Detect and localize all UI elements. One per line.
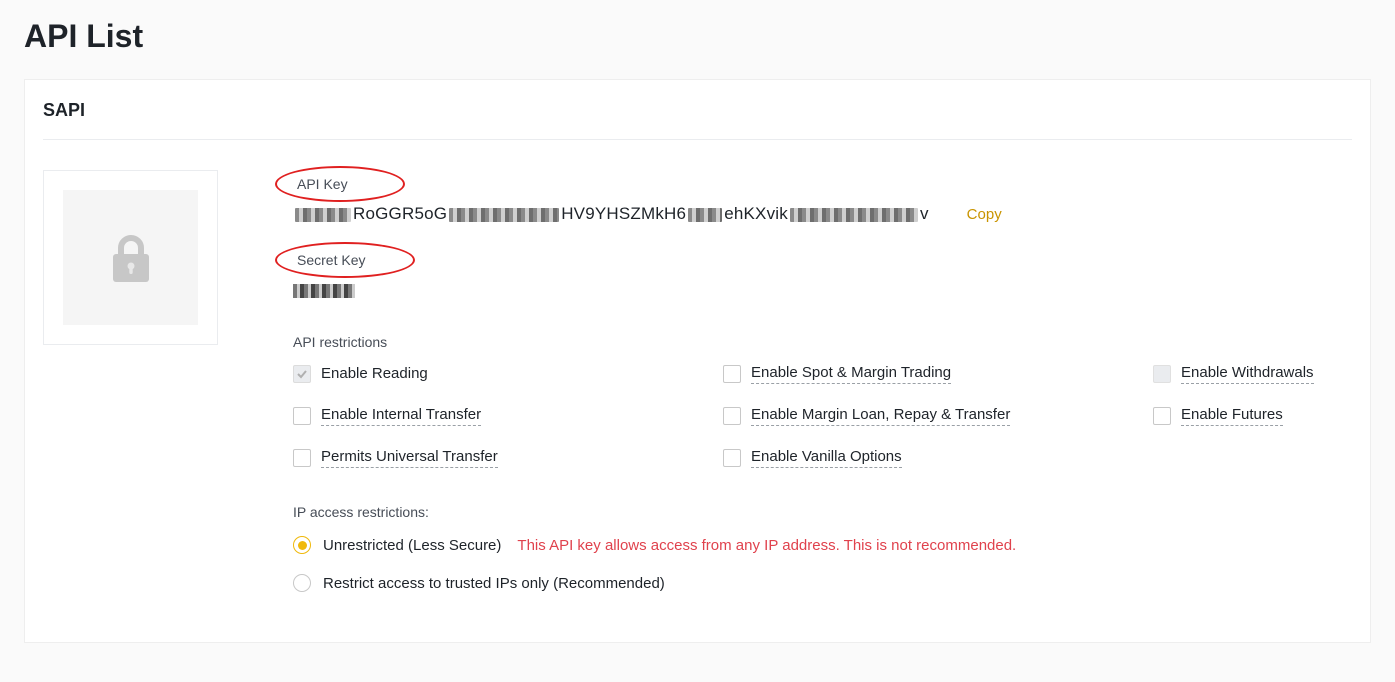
checkbox-icon[interactable] (293, 407, 311, 425)
restriction-enable-vanilla-options[interactable]: Enable Vanilla Options (723, 448, 1153, 468)
blurred-segment (293, 284, 355, 298)
secret-key-value (293, 282, 1352, 300)
restriction-label: Permits Universal Transfer (321, 448, 498, 468)
restriction-label: Enable Vanilla Options (751, 448, 902, 468)
api-restrictions-title: API restrictions (293, 334, 1352, 350)
restriction-label: Enable Futures (1181, 406, 1283, 426)
radio-icon[interactable] (293, 574, 311, 592)
api-key-label: API Key (293, 176, 352, 192)
restriction-label: Enable Internal Transfer (321, 406, 481, 426)
lock-icon (63, 190, 198, 325)
checkbox-icon[interactable] (293, 449, 311, 467)
checkbox-icon (1153, 365, 1171, 383)
restriction-label: Enable Margin Loan, Repay & Transfer (751, 406, 1010, 426)
checkbox-icon (293, 365, 311, 383)
ip-restrictions-title: IP access restrictions: (293, 504, 1352, 520)
radio-icon[interactable] (293, 536, 311, 554)
page-title: API List (0, 0, 1395, 79)
restriction-enable-margin-loan[interactable]: Enable Margin Loan, Repay & Transfer (723, 406, 1153, 426)
api-key-value: RoGGR5oGHV9YHSZMkH6ehKXvikv (293, 204, 929, 224)
api-card-name: SAPI (43, 100, 1352, 140)
api-key-row: RoGGR5oGHV9YHSZMkH6ehKXvikv Copy (293, 204, 1352, 224)
radio-label: Unrestricted (Less Secure) (323, 537, 501, 554)
secret-key-label: Secret Key (293, 252, 369, 268)
blurred-segment (295, 208, 351, 222)
restriction-enable-futures[interactable]: Enable Futures (1153, 406, 1352, 426)
restriction-label: Enable Withdrawals (1181, 364, 1314, 384)
copy-button[interactable]: Copy (967, 206, 1002, 223)
radio-label: Restrict access to trusted IPs only (Rec… (323, 575, 665, 592)
restriction-enable-spot-margin[interactable]: Enable Spot & Margin Trading (723, 364, 1153, 384)
checkbox-icon[interactable] (723, 449, 741, 467)
ip-warning-text: This API key allows access from any IP a… (517, 537, 1016, 554)
restriction-enable-withdrawals: Enable Withdrawals (1153, 364, 1352, 384)
blurred-segment (790, 208, 918, 222)
restriction-label: Enable Reading (321, 365, 428, 384)
restriction-enable-reading: Enable Reading (293, 364, 723, 384)
checkbox-icon[interactable] (1153, 407, 1171, 425)
api-card: SAPI API Key RoGGR5oGHV9YHSZMkH6ehKXvik (24, 79, 1371, 643)
ip-option-restricted[interactable]: Restrict access to trusted IPs only (Rec… (293, 574, 1352, 592)
blurred-segment (449, 208, 559, 222)
blurred-segment (688, 208, 722, 222)
restriction-label: Enable Spot & Margin Trading (751, 364, 951, 384)
api-qr-placeholder (43, 170, 218, 345)
ip-option-unrestricted[interactable]: Unrestricted (Less Secure) This API key … (293, 536, 1352, 554)
restriction-permits-universal-transfer[interactable]: Permits Universal Transfer (293, 448, 723, 468)
checkbox-icon[interactable] (723, 365, 741, 383)
api-restrictions-grid: Enable Reading Enable Spot & Margin Trad… (293, 364, 1352, 468)
restriction-enable-internal-transfer[interactable]: Enable Internal Transfer (293, 406, 723, 426)
checkbox-icon[interactable] (723, 407, 741, 425)
